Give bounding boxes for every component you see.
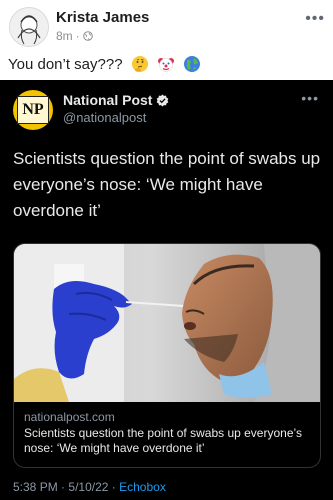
post-header: Krista James 8m · ••• [0, 0, 333, 50]
post-text: You don’t say??? [8, 56, 123, 73]
avatar[interactable] [9, 7, 49, 47]
tweet-more-icon[interactable]: ••• [301, 90, 319, 106]
globe-icon [184, 56, 201, 72]
card-image [14, 244, 320, 402]
avatar-image [10, 8, 48, 46]
card-domain: nationalpost.com [24, 410, 115, 424]
audience-globe-icon[interactable] [82, 31, 93, 41]
thinking-face-icon [131, 56, 148, 72]
card-title: Scientists question the point of swabs u… [24, 426, 302, 455]
embedded-tweet[interactable]: NP National Post @nationalpost ••• Scien… [0, 80, 333, 500]
tweet-footer: 5:38 PM · 5/10/22 · Echobox [13, 480, 166, 494]
verified-badge-icon [157, 93, 169, 107]
tweet-author-name: National Post [63, 92, 153, 108]
post-more-icon[interactable]: ••• [305, 10, 325, 28]
tweet-time[interactable]: 5:38 PM [13, 480, 58, 494]
tweet-handle[interactable]: @nationalpost [63, 110, 146, 125]
author-name[interactable]: Krista James [56, 9, 149, 26]
footer-dot-2: · [111, 480, 116, 494]
footer-dot: · [61, 480, 66, 494]
link-preview-card[interactable]: nationalpost.com Scientists question the… [13, 243, 321, 468]
tweet-date[interactable]: 5/10/22 [68, 480, 108, 494]
tweet-source-link[interactable]: Echobox [119, 480, 166, 494]
meta-separator: · [75, 29, 80, 43]
national-post-logo[interactable]: NP [13, 90, 53, 130]
post-time[interactable]: 8m [56, 29, 73, 43]
tweet-body: Scientists question the point of swabs u… [13, 149, 321, 220]
post-meta: 8m · [56, 29, 93, 43]
np-logo-text: NP [17, 96, 49, 124]
clown-face-icon [157, 58, 174, 72]
tweet-author[interactable]: National Post [63, 92, 169, 108]
post-text-row: You don’t say??? [8, 55, 201, 73]
